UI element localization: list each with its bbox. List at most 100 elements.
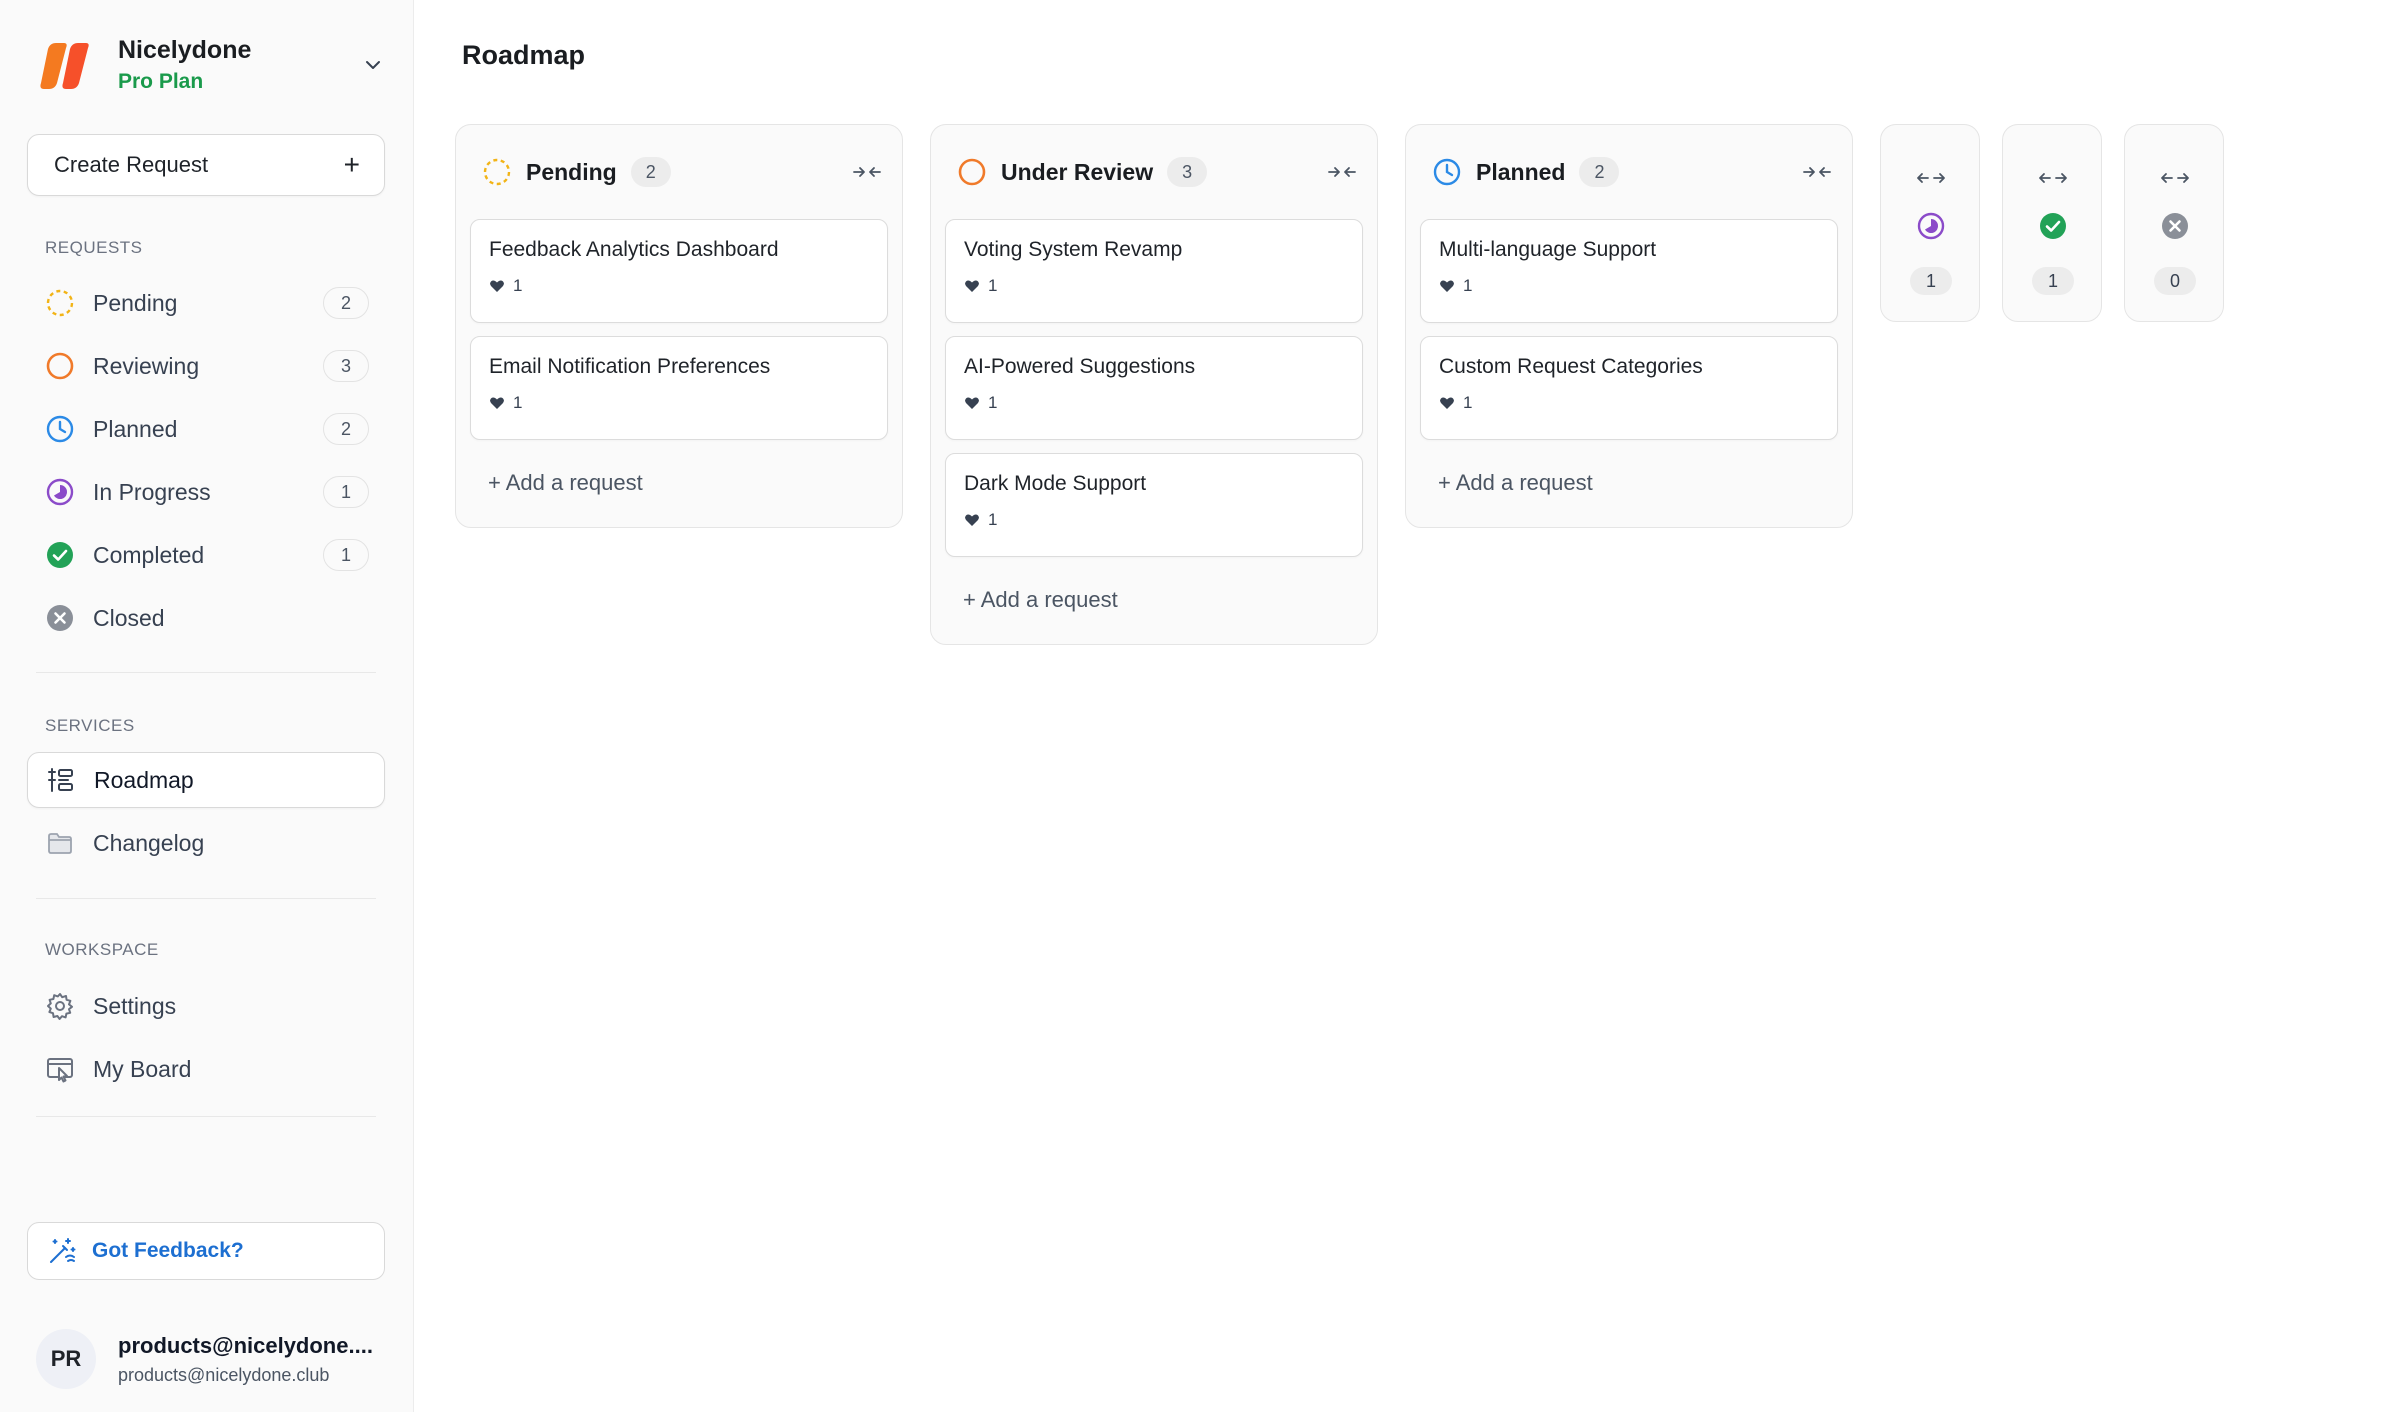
roadmap-column-pending: Pending 2 Feedback Analytics Dashboard 1… [455,124,903,528]
collapse-column-icon[interactable] [1325,155,1359,189]
user-profile[interactable]: PR products@nicelydone.... products@nice… [36,1326,386,1392]
x-circle-icon [45,603,75,633]
requests-section-title: REQUESTS [45,238,143,257]
request-card[interactable]: Voting System Revamp 1 [945,219,1363,323]
add-request-button[interactable]: + Add a request [1420,453,1838,513]
request-title: Multi-language Support [1439,238,1657,261]
sidebar-item-settings[interactable]: Settings [27,978,385,1034]
request-card[interactable]: Custom Request Categories 1 [1420,336,1838,440]
gear-icon [45,991,75,1021]
request-title: AI-Powered Suggestions [964,355,1196,378]
divider [36,1116,376,1117]
collapsed-column-completed[interactable]: 1 [2002,124,2102,322]
roadmap-column-under-review: Under Review 3 Voting System Revamp 1 AI… [930,124,1378,645]
sidebar-item-reviewing[interactable]: Reviewing 3 [27,338,385,394]
user-email: products@nicelydone.club [118,1364,330,1385]
add-request-button[interactable]: + Add a request [470,453,888,513]
sidebar-item-label: In Progress [93,478,211,505]
heart-icon [965,280,979,292]
pending-status-icon [45,288,75,318]
request-card[interactable]: AI-Powered Suggestions 1 [945,336,1363,440]
sidebar-item-label: Reviewing [93,352,200,379]
request-title: Voting System Revamp [964,238,1183,261]
clock-icon [45,414,75,444]
vote-count: 1 [1463,393,1473,412]
sidebar-item-changelog[interactable]: Changelog [27,815,385,871]
sidebar-item-completed[interactable]: Completed 1 [27,527,385,583]
got-feedback-button[interactable]: Got Feedback? [27,1222,385,1280]
vote-count: 1 [988,276,998,295]
heart-icon [965,514,979,526]
sidebar-item-pending[interactable]: Pending 2 [27,275,385,331]
vote-count: 1 [513,276,523,295]
workspace-section-title: WORKSPACE [45,940,159,959]
expand-column-icon[interactable] [2158,161,2192,195]
column-count-badge: 1 [2032,267,2074,295]
sidebar-item-closed[interactable]: Closed [27,590,385,646]
heart-icon [490,397,504,409]
sidebar-item-my-board[interactable]: My Board [27,1041,385,1097]
count-badge: 3 [323,350,369,382]
sidebar-item-label: Changelog [93,829,205,856]
user-name: products@nicelydone.... [118,1332,373,1358]
x-circle-icon [2160,211,2190,241]
expand-column-icon[interactable] [1914,161,1948,195]
sidebar-item-planned[interactable]: Planned 2 [27,401,385,457]
sidebar-item-label: Settings [93,992,177,1019]
sidebar-item-label: My Board [93,1055,192,1082]
sidebar-item-label: Completed [93,541,205,568]
request-card[interactable]: Dark Mode Support 1 [945,453,1363,557]
got-feedback-label: Got Feedback? [92,1239,244,1262]
vote-count: 1 [513,393,523,412]
request-card[interactable]: Email Notification Preferences 1 [470,336,888,440]
pending-status-icon [482,157,512,187]
column-header: Planned 2 [1420,125,1838,219]
heart-icon [965,397,979,409]
heart-icon [1440,397,1454,409]
workspace-switcher[interactable]: Nicelydone Pro Plan [36,30,386,100]
count-badge: 2 [323,287,369,319]
divider [36,672,376,673]
column-title: Pending [526,158,617,185]
sidebar-item-label: Closed [93,604,165,631]
add-request-button[interactable]: + Add a request [945,570,1363,630]
clock-icon [1432,157,1462,187]
column-count-badge: 2 [1579,157,1620,187]
vote-count: 1 [1463,276,1473,295]
in-progress-status-icon [45,477,75,507]
browser-cursor-icon [45,1054,75,1084]
request-card[interactable]: Feedback Analytics Dashboard 1 [470,219,888,323]
avatar: PR [36,1329,96,1389]
column-header: Under Review 3 [945,125,1363,219]
roadmap-column-planned: Planned 2 Multi-language Support 1 Custo… [1405,124,1853,528]
plus-icon: + [343,149,360,180]
sidebar-item-label: Planned [93,415,178,442]
divider [36,898,376,899]
count-badge: 2 [323,413,369,445]
sidebar-item-roadmap[interactable]: Roadmap [27,752,385,808]
create-request-button[interactable]: Create Request + [27,134,385,196]
column-title: Under Review [1001,158,1154,185]
request-title: Email Notification Preferences [489,355,771,378]
count-badge: 1 [323,476,369,508]
request-title: Custom Request Categories [1439,355,1703,378]
sidebar-item-in-progress[interactable]: In Progress 1 [27,464,385,520]
collapse-column-icon[interactable] [850,155,884,189]
magic-wand-icon [50,1238,76,1263]
workspace-name: Nicelydone [118,36,252,64]
workspace-plan: Pro Plan [118,70,204,93]
services-section-title: SERVICES [45,716,135,735]
heart-icon [1440,280,1454,292]
collapsed-column-in-progress[interactable]: 1 [1880,124,1980,322]
check-circle-icon [45,540,75,570]
column-count-badge: 1 [1910,267,1952,295]
expand-column-icon[interactable] [2036,161,2070,195]
column-title: Planned [1476,158,1566,185]
folder-icon [45,828,75,858]
check-circle-icon [2038,211,2068,241]
chevron-down-icon[interactable] [360,52,386,78]
column-count-badge: 3 [1167,157,1208,187]
request-card[interactable]: Multi-language Support 1 [1420,219,1838,323]
collapse-column-icon[interactable] [1800,155,1834,189]
collapsed-column-closed[interactable]: 0 [2124,124,2224,322]
